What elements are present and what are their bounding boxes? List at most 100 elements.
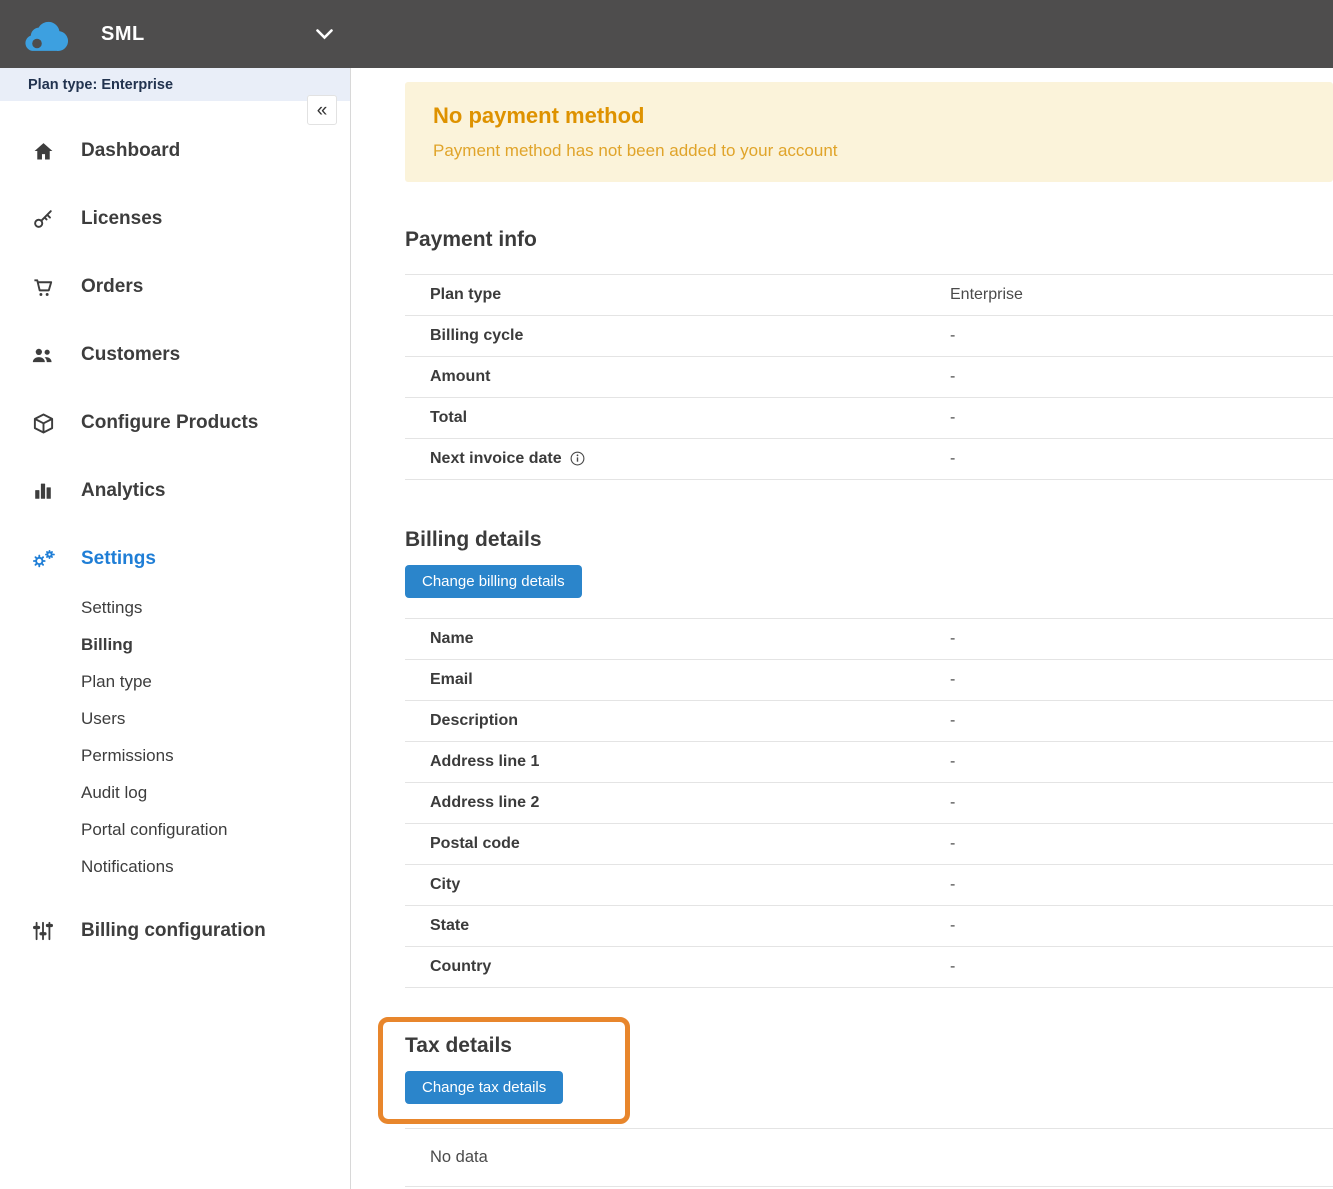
sidebar-item-label: Configure Products [81, 412, 258, 434]
collapse-icon: « [317, 101, 328, 120]
sidebar-nav: Dashboard Licenses Orders Customers [0, 101, 350, 965]
billing-details-section: Billing details Change billing details N… [405, 528, 1333, 988]
row-value: - [950, 671, 955, 689]
sidebar-collapse-button[interactable]: « [307, 95, 337, 125]
row-label: Email [405, 671, 950, 689]
row-value: - [950, 794, 955, 812]
table-row: Address line 1 - [405, 742, 1333, 783]
row-value: - [950, 958, 955, 976]
sidebar-item-label: Dashboard [81, 140, 180, 162]
table-row: Email - [405, 660, 1333, 701]
home-icon [30, 139, 56, 163]
row-label: Billing cycle [405, 327, 950, 345]
plan-type-banner: Plan type: Enterprise [0, 68, 350, 101]
sidebar-subitem-audit-log[interactable]: Audit log [0, 774, 350, 811]
bar-chart-icon [30, 479, 56, 503]
row-label: State [405, 917, 950, 935]
row-label-text: Next invoice date [430, 450, 562, 468]
row-value: - [950, 630, 955, 648]
sidebar-item-analytics[interactable]: Analytics [0, 457, 350, 525]
banner-title: No payment method [433, 103, 1305, 129]
org-name: SML [101, 23, 145, 46]
sidebar-subitem-settings[interactable]: Settings [0, 589, 350, 626]
sidebar-item-settings[interactable]: Settings [0, 525, 350, 593]
billing-details-title: Billing details [405, 528, 1333, 552]
tax-details-header: Tax details Change tax details [405, 1034, 563, 1104]
table-row: State - [405, 906, 1333, 947]
row-value: - [950, 712, 955, 730]
row-label: Next invoice date [405, 450, 950, 468]
row-label: Total [405, 409, 950, 427]
banner-message: Payment method has not been added to you… [433, 141, 1305, 161]
table-row: Plan type Enterprise [405, 275, 1333, 316]
table-row: Amount - [405, 357, 1333, 398]
row-value: - [950, 917, 955, 935]
table-row: Description - [405, 701, 1333, 742]
people-icon [30, 343, 56, 367]
sidebar-item-dashboard[interactable]: Dashboard [0, 117, 350, 185]
table-row: Country - [405, 947, 1333, 988]
table-row: Next invoice date - [405, 439, 1333, 480]
no-payment-method-banner: No payment method Payment method has not… [405, 82, 1333, 182]
row-value: Enterprise [950, 286, 1023, 304]
row-value: - [950, 368, 955, 386]
tax-details-empty-state: No data [405, 1128, 1333, 1187]
row-label: Postal code [405, 835, 950, 853]
table-row: Billing cycle - [405, 316, 1333, 357]
row-label: Name [405, 630, 950, 648]
tax-details-title: Tax details [405, 1034, 563, 1058]
row-label: Description [405, 712, 950, 730]
sidebar-item-label: Billing configuration [81, 920, 266, 942]
row-value: - [950, 409, 955, 427]
info-icon[interactable] [570, 451, 585, 466]
sliders-icon [30, 919, 56, 943]
table-row: Postal code - [405, 824, 1333, 865]
payment-info-section: Payment info Plan type Enterprise Billin… [405, 228, 1333, 480]
sidebar-subitem-permissions[interactable]: Permissions [0, 737, 350, 774]
main-content: No payment method Payment method has not… [351, 68, 1333, 1189]
sidebar: Plan type: Enterprise « Dashboard Licens… [0, 68, 351, 1189]
row-label: Country [405, 958, 950, 976]
table-row: Name - [405, 619, 1333, 660]
row-label: City [405, 876, 950, 894]
sidebar-subitem-users[interactable]: Users [0, 700, 350, 737]
sidebar-subitem-notifications[interactable]: Notifications [0, 848, 350, 885]
sidebar-item-label: Licenses [81, 208, 162, 230]
table-row: Total - [405, 398, 1333, 439]
sidebar-subitem-plan-type[interactable]: Plan type [0, 663, 350, 700]
billing-details-table: Name - Email - Description - Address lin… [405, 618, 1333, 988]
sidebar-item-label: Customers [81, 344, 180, 366]
row-value: - [950, 450, 955, 468]
sidebar-item-label: Orders [81, 276, 143, 298]
row-value: - [950, 876, 955, 894]
cloud-logo-icon [22, 18, 68, 51]
key-icon [30, 207, 56, 231]
row-value: - [950, 753, 955, 771]
sidebar-item-label: Settings [81, 548, 156, 570]
sidebar-item-billing-configuration[interactable]: Billing configuration [0, 897, 350, 965]
chevron-down-icon[interactable] [316, 29, 333, 40]
sidebar-item-orders[interactable]: Orders [0, 253, 350, 321]
sidebar-item-licenses[interactable]: Licenses [0, 185, 350, 253]
row-label: Plan type [405, 286, 950, 304]
sidebar-item-configure-products[interactable]: Configure Products [0, 389, 350, 457]
sidebar-subitem-portal-configuration[interactable]: Portal configuration [0, 811, 350, 848]
payment-info-title: Payment info [405, 228, 1333, 252]
settings-subnav: Settings Billing Plan type Users Permiss… [0, 589, 350, 885]
payment-info-table: Plan type Enterprise Billing cycle - Amo… [405, 274, 1333, 480]
topbar: SML [0, 0, 1333, 68]
sidebar-subitem-billing[interactable]: Billing [0, 626, 350, 663]
row-value: - [950, 835, 955, 853]
cart-icon [30, 275, 56, 299]
row-value: - [950, 327, 955, 345]
sidebar-item-label: Analytics [81, 480, 165, 502]
sidebar-item-customers[interactable]: Customers [0, 321, 350, 389]
table-row: City - [405, 865, 1333, 906]
table-row: Address line 2 - [405, 783, 1333, 824]
change-billing-details-button[interactable]: Change billing details [405, 565, 582, 598]
row-label: Address line 1 [405, 753, 950, 771]
row-label: Amount [405, 368, 950, 386]
change-tax-details-button[interactable]: Change tax details [405, 1071, 563, 1104]
gear-icon [30, 547, 56, 571]
row-label: Address line 2 [405, 794, 950, 812]
